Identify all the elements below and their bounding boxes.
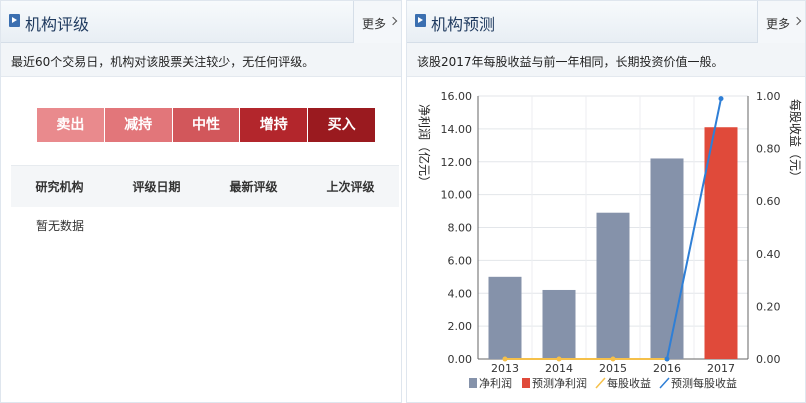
line-point (502, 356, 508, 362)
legend-swatch (469, 378, 477, 388)
x-tick-label: 2017 (707, 362, 735, 375)
empty-state: 暂无数据 (36, 219, 85, 233)
rating-level-3: 增持 (240, 108, 309, 142)
rating-summary: 最近60个交易日，机构对该股票关注较少，无任何评级。 (1, 43, 401, 77)
column-header[interactable]: 评级日期 (108, 166, 205, 207)
y-tick-label: 12.00 (441, 156, 473, 169)
column-header[interactable]: 上次评级 (302, 166, 399, 207)
panel-title: 机构预测 (431, 15, 496, 34)
y-tick-label: 0.00 (448, 353, 473, 366)
x-tick-label: 2016 (653, 362, 681, 375)
y-tick-label: 8.00 (448, 222, 473, 235)
bar-2017 (704, 127, 738, 359)
rating-scale: 卖出 减持 中性 增持 买入 (37, 108, 375, 142)
panel-header: 机构评级 更多 (1, 1, 401, 43)
institution-rating-panel: 机构评级 更多 最近60个交易日，机构对该股票关注较少，无任何评级。 卖出 减持中… (0, 0, 402, 403)
legend-swatch (522, 378, 530, 388)
panel-title: 机构评级 (25, 15, 90, 34)
y-tick-label: 16.00 (441, 90, 473, 103)
rating-level-0: 卖出 (37, 108, 105, 142)
bar-2014 (542, 289, 576, 359)
y-tick-label: 4.00 (448, 287, 473, 300)
bar-2013 (488, 276, 522, 359)
y-axis-label: 净利润（亿元） (417, 104, 432, 188)
rating-level-1: 减持 (104, 108, 173, 142)
more-link[interactable]: 更多 (353, 1, 401, 43)
y-tick-label: 2.00 (448, 320, 473, 333)
y-tick-label: 6.00 (448, 254, 473, 267)
y-tick-label: 14.00 (441, 123, 473, 136)
forecast-chart: 0.00 2.00 4.00 6.00 8.00 10.00 12.00 14.00 16.00… (417, 90, 803, 390)
rating-level-2: 中性 (172, 108, 241, 142)
panel-header: 机构预测 更多 (407, 1, 805, 43)
legend-label: 预测净利润 (532, 376, 587, 390)
legend-swatch (595, 377, 606, 389)
rating-level-4: 买入 (308, 108, 375, 142)
rating-table-header: 研究机构 评级日期 最新评级 上次评级 (11, 165, 399, 207)
y2-tick-label: 0.40 (756, 248, 781, 261)
chevron-right-icon[interactable] (388, 16, 398, 26)
play-arrow-icon (415, 14, 426, 27)
chevron-right-icon[interactable] (792, 16, 802, 26)
x-tick-label: 2013 (491, 362, 519, 375)
x-tick-label: 2014 (545, 362, 573, 375)
bar-2015 (596, 212, 630, 359)
line-point (664, 356, 670, 362)
line-point (610, 356, 616, 362)
y2-tick-label: 0.80 (756, 143, 781, 156)
more-link[interactable]: 更多 (757, 1, 805, 43)
y2-axis-label: 每股收益（元） (788, 99, 803, 183)
more-label[interactable]: 更多 (766, 15, 790, 32)
institution-forecast-panel: 机构预测 更多 该股2017年每股收益与前一年相同，长期投资价值一般。 0.00… (406, 0, 806, 403)
forecast-summary: 该股2017年每股收益与前一年相同，长期投资价值一般。 (407, 43, 805, 77)
column-header[interactable]: 最新评级 (205, 166, 302, 207)
bar-2016 (650, 158, 684, 359)
legend-label: 净利润 (479, 376, 512, 390)
line-point (556, 356, 562, 362)
play-arrow-icon (9, 14, 20, 27)
legend-label: 预测每股收益 (671, 376, 737, 390)
y2-tick-label: 0.20 (756, 300, 781, 313)
line-point (718, 96, 724, 102)
column-header[interactable]: 研究机构 (11, 166, 108, 207)
x-tick-label: 2015 (599, 362, 627, 375)
legend-swatch (659, 377, 670, 389)
legend-label: 每股收益 (607, 376, 651, 390)
y-tick-label: 10.00 (441, 189, 473, 202)
more-label[interactable]: 更多 (362, 15, 386, 32)
y2-tick-label: 1.00 (756, 90, 781, 103)
y2-tick-label: 0.00 (756, 353, 781, 366)
y2-tick-label: 0.60 (756, 195, 781, 208)
